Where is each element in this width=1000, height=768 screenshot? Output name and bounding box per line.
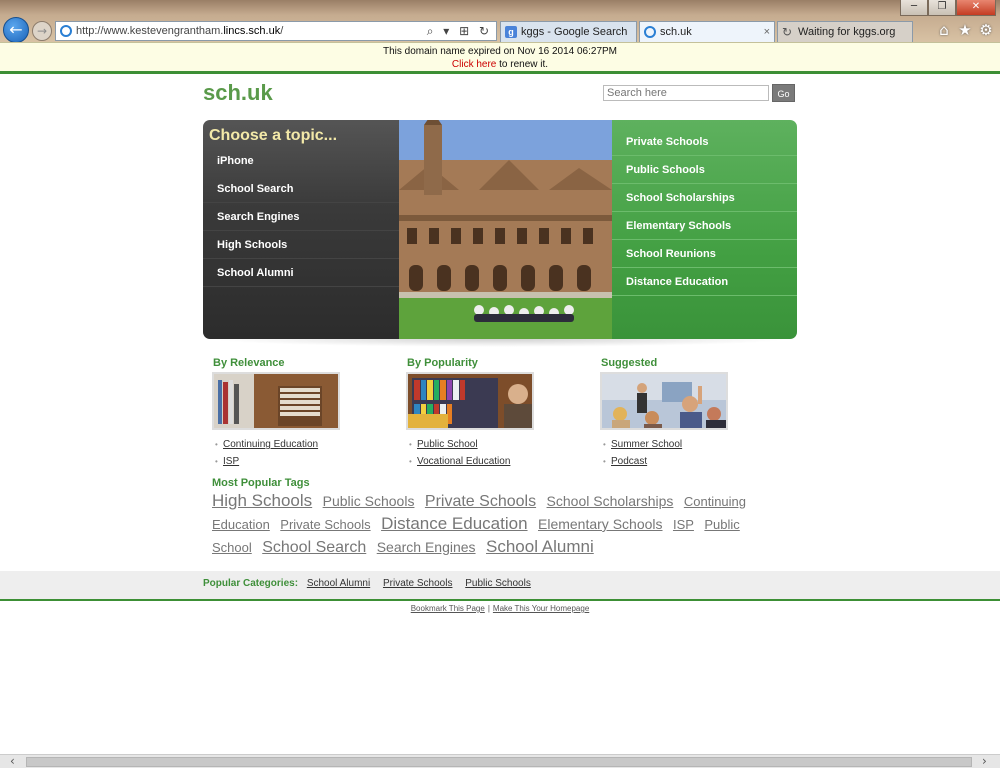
topic-link[interactable]: School Alumni (203, 259, 399, 287)
homepage-link[interactable]: Make This Your Homepage (493, 604, 589, 613)
site-logo[interactable]: sch.uk (203, 80, 273, 106)
relevance-link[interactable]: ISP (223, 456, 239, 467)
hero-shadow (210, 339, 790, 347)
renew-link[interactable]: Click here (452, 59, 496, 70)
topic-link[interactable]: Elementary Schools (612, 212, 797, 240)
notice-text: This domain name expired on Nov 16 2014 … (382, 46, 618, 57)
topic-menu-right: Private Schools Public Schools School Sc… (612, 120, 797, 339)
tags-title: Most Popular Tags (212, 477, 310, 489)
popular-categories-bar: Popular Categories: School Alumni Privat… (0, 571, 1000, 599)
topic-link[interactable]: Distance Education (612, 268, 797, 296)
bookshelf-thumbnail[interactable] (212, 372, 340, 430)
tab-label: Waiting for kggs.org (798, 26, 896, 38)
notice-divider (0, 71, 1000, 74)
tab-label: sch.uk (660, 26, 692, 38)
topic-link[interactable]: Public Schools (612, 156, 797, 184)
scrollbar-thumb[interactable] (26, 757, 972, 767)
horizontal-scrollbar[interactable]: ‹ › (0, 754, 1000, 768)
scroll-right-icon[interactable]: › (982, 754, 987, 768)
home-icon[interactable]: ⌂ (936, 21, 952, 39)
classroom-thumbnail[interactable] (600, 372, 728, 430)
relevance-column: By Relevance Continuing Education ISP (212, 357, 382, 470)
topic-link[interactable]: High Schools (203, 231, 399, 259)
tag-link[interactable]: School Search (262, 539, 366, 556)
address-bar[interactable]: http://www.kestevengrantham.lincs.sch.uk… (55, 21, 497, 41)
column-title: By Popularity (407, 357, 478, 369)
address-url: http://www.kestevengrantham.lincs.sch.uk… (76, 25, 284, 37)
tag-link[interactable]: Private Schools (425, 493, 536, 510)
minimize-button[interactable]: ─ (900, 0, 928, 16)
search-go-button[interactable]: Go (772, 84, 795, 102)
domain-expired-notice: This domain name expired on Nov 16 2014 … (0, 42, 1000, 71)
column-title: By Relevance (213, 357, 285, 369)
popular-category-link[interactable]: School Alumni (307, 578, 370, 589)
column-title: Suggested (601, 357, 658, 369)
restore-button[interactable]: ❐ (928, 0, 956, 16)
forward-button[interactable]: → (32, 21, 52, 41)
tag-link[interactable]: Private Schools (280, 517, 370, 532)
tab-close-icon[interactable]: × (764, 22, 770, 42)
close-button[interactable]: ✕ (956, 0, 996, 16)
address-tools-icons[interactable]: ⌕ ▾ ⊞ ↻ (427, 24, 492, 39)
tag-link[interactable]: Elementary Schools (538, 516, 663, 532)
tag-link[interactable]: School Alumni (486, 537, 594, 556)
tag-link[interactable]: Search Engines (377, 539, 476, 555)
campus-photo (399, 120, 612, 339)
topic-hero: Choose a topic... iPhone School Search S… (203, 120, 797, 339)
scroll-left-icon[interactable]: ‹ (10, 754, 15, 768)
back-button[interactable]: ← (3, 17, 29, 43)
footer: Bookmark This Page | Make This Your Homepa… (0, 604, 1000, 613)
ie-tab-icon (644, 26, 656, 38)
popular-categories-label: Popular Categories: (203, 578, 299, 589)
popularity-link[interactable]: Vocational Education (417, 456, 510, 467)
tab-kggs-loading[interactable]: ↻ Waiting for kggs.org (777, 21, 913, 42)
browser-chrome: ─ ❐ ✕ ← → http://www.kestevengrantham.li… (0, 0, 1000, 43)
tag-link[interactable]: Public Schools (323, 493, 415, 509)
search-input[interactable] (603, 85, 769, 101)
browser-toolbar: ⌂ ★ ⚙ (936, 21, 994, 39)
popular-category-link[interactable]: Private Schools (383, 578, 452, 589)
topic-link[interactable]: School Reunions (612, 240, 797, 268)
popularity-link[interactable]: Public School (417, 439, 478, 450)
footer-separator: | (487, 604, 490, 613)
topic-link[interactable]: School Scholarships (612, 184, 797, 212)
topic-link[interactable]: iPhone (203, 147, 399, 175)
tab-label: kggs - Google Search (521, 26, 628, 38)
suggested-link[interactable]: Summer School (611, 439, 682, 450)
suggested-column: Suggested Summer School Podcast (600, 357, 770, 470)
topic-menu-left: Choose a topic... iPhone School Search S… (203, 120, 399, 339)
notice-renew: Click here to renew it. (451, 59, 549, 70)
relevance-link[interactable]: Continuing Education (223, 439, 318, 450)
topic-link[interactable]: School Search (203, 175, 399, 203)
popular-category-link[interactable]: Public Schools (465, 578, 531, 589)
footer-divider (0, 599, 1000, 601)
settings-gear-icon[interactable]: ⚙ (978, 21, 994, 39)
suggested-link[interactable]: Podcast (611, 456, 647, 467)
favorites-star-icon[interactable]: ★ (957, 21, 973, 39)
popularity-column: By Popularity Public School Vocational E… (406, 357, 576, 470)
google-icon: g (505, 26, 517, 38)
library-thumbnail[interactable] (406, 372, 534, 430)
topic-link[interactable]: Search Engines (203, 203, 399, 231)
window-controls: ─ ❐ ✕ (900, 0, 996, 16)
tab-sch-uk[interactable]: sch.uk × (639, 21, 775, 42)
loading-icon: ↻ (782, 25, 793, 39)
tag-cloud: High Schools Public Schools Private Scho… (212, 490, 782, 559)
tag-link[interactable]: ISP (673, 517, 694, 532)
tag-link[interactable]: Distance Education (381, 514, 527, 533)
tab-google-search[interactable]: g kggs - Google Search (500, 21, 637, 42)
tag-link[interactable]: School Scholarships (547, 493, 674, 509)
bookmark-link[interactable]: Bookmark This Page (411, 604, 485, 613)
tag-link[interactable]: High Schools (212, 491, 312, 510)
topic-heading: Choose a topic... (209, 127, 338, 144)
topic-link[interactable]: Private Schools (612, 128, 797, 156)
ie-page-icon (60, 25, 72, 37)
